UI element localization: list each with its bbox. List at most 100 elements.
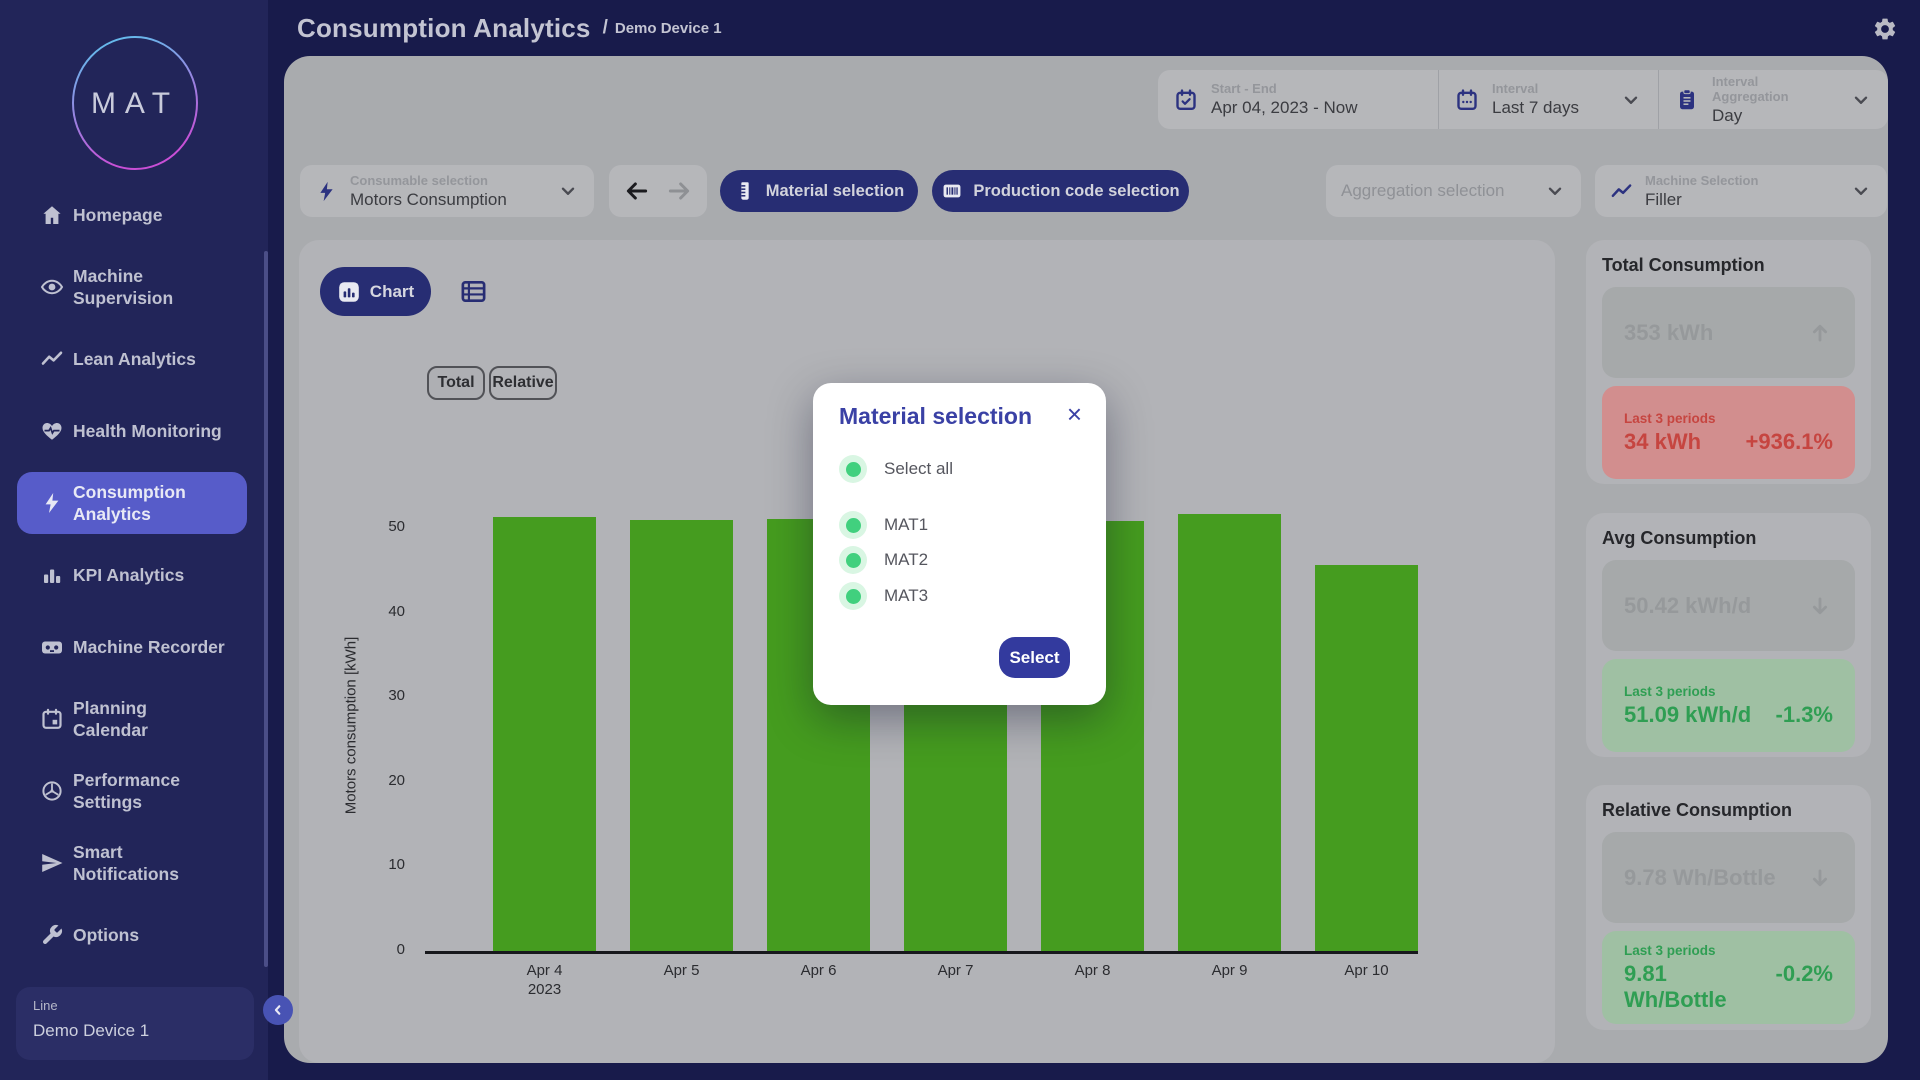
trend-line-icon (1610, 180, 1633, 203)
modal-option-label: MAT3 (884, 586, 928, 606)
chevron-down-icon (1850, 180, 1872, 202)
interval-text: Interval Last 7 days (1492, 81, 1579, 118)
interval-selector[interactable]: Interval Last 7 days (1439, 70, 1658, 129)
radio-mat2[interactable] (839, 546, 867, 574)
recorder-icon (40, 635, 64, 659)
arrow-left-icon[interactable] (624, 178, 650, 204)
interval-value: Last 7 days (1492, 98, 1579, 118)
breadcrumb-separator: / (603, 17, 608, 39)
radio-dot (846, 518, 861, 533)
date-range-text: Start - End Apr 04, 2023 - Now (1211, 81, 1357, 118)
send-icon (40, 851, 64, 875)
sidebar-item-label: Performance Settings (73, 769, 180, 814)
settings-gear-icon[interactable] (1872, 16, 1898, 42)
x-axis-label: Apr 8 (1041, 962, 1144, 981)
sidebar-item-kpi-analytics[interactable]: KPI Analytics (17, 539, 247, 611)
clipboard-icon (1675, 88, 1699, 112)
sidebar-item-planning-calendar[interactable]: Planning Calendar (17, 683, 247, 755)
radio-dot (846, 589, 861, 604)
brand-logo-text: MAT (91, 87, 179, 120)
y-axis-tick: 10 (353, 856, 405, 873)
sidebar-item-machine-recorder[interactable]: Machine Recorder (17, 611, 247, 683)
radio-mat3[interactable] (839, 582, 867, 610)
y-axis-tick: 0 (353, 941, 405, 958)
sidebar-item-performance-settings[interactable]: Performance Settings (17, 755, 247, 827)
stat-period-value: 51.09 kWh/d (1624, 702, 1751, 728)
material-selection-button[interactable]: Material selection (720, 170, 918, 212)
x-axis-label: Apr 9 (1178, 962, 1281, 981)
modal-title: Material selection (839, 403, 1032, 430)
sidebar-collapse-button[interactable] (263, 995, 293, 1025)
sidebar-scrollbar[interactable] (264, 251, 268, 967)
stat-period-change: -1.3% (1776, 702, 1833, 728)
date-filter-strip: Start - End Apr 04, 2023 - Now Interval … (1158, 70, 1888, 129)
stat-period-change: -0.2% (1776, 961, 1833, 1013)
sidebar-item-homepage[interactable]: Homepage (17, 179, 247, 251)
stat-current-box: 353 kWh (1602, 287, 1855, 378)
material-cylinder-icon (734, 180, 756, 202)
close-icon[interactable]: × (1063, 399, 1086, 429)
x-axis-label: Apr 6 (767, 962, 870, 981)
gauge-icon (40, 779, 64, 803)
aggregation-label: Aggregation selection (1341, 181, 1505, 201)
bar-apr-5[interactable] (630, 520, 733, 951)
trend-down-icon (1807, 865, 1833, 891)
consumable-label: Consumable selection (350, 173, 507, 188)
date-range-selector[interactable]: Start - End Apr 04, 2023 - Now (1158, 70, 1438, 129)
sidebar-item-smart-notifications[interactable]: Smart Notifications (17, 827, 247, 899)
radio-mat1[interactable] (839, 511, 867, 539)
modal-option-label: MAT1 (884, 515, 928, 535)
machine-value: Filler (1645, 190, 1758, 210)
aggregation-selector[interactable]: Aggregation selection (1326, 165, 1581, 217)
calendar-dots-icon (1455, 88, 1479, 112)
radio-dot (846, 462, 861, 477)
chevron-down-icon (557, 180, 579, 202)
chevron-left-icon (269, 1001, 287, 1019)
machine-label: Machine Selection (1645, 173, 1758, 188)
stat-card-avg-consumption: Avg Consumption 50.42 kWh/d Last 3 perio… (1586, 513, 1871, 757)
machine-selector[interactable]: Machine Selection Filler (1595, 165, 1887, 217)
sidebar-item-consumption-analytics[interactable]: Consumption Analytics (17, 472, 247, 534)
stat-title: Relative Consumption (1602, 800, 1855, 821)
stat-title: Total Consumption (1602, 255, 1855, 276)
modal-option-mat1: MAT1 (839, 511, 928, 539)
bar-apr-4[interactable] (493, 517, 596, 951)
sidebar-item-health-monitoring[interactable]: Health Monitoring (17, 395, 247, 467)
sidebar-item-label: Health Monitoring (73, 420, 222, 442)
breadcrumb-device: Demo Device 1 (615, 20, 722, 37)
sidebar-item-label: Homepage (73, 204, 162, 226)
stat-period-box: Last 3 periods 9.81 Wh/Bottle -0.2% (1602, 931, 1855, 1024)
trend-down-icon (1807, 593, 1833, 619)
line-device-name: Demo Device 1 (33, 1021, 237, 1041)
chevron-down-icon (1544, 180, 1566, 202)
calendar-check-icon (1174, 88, 1198, 112)
sidebar-item-options[interactable]: Options (17, 899, 247, 971)
bar-apr-10[interactable] (1315, 565, 1418, 951)
sidebar-item-label: Planning Calendar (73, 697, 148, 742)
stat-period-label: Last 3 periods (1624, 943, 1833, 958)
sidebar-item-lean-analytics[interactable]: Lean Analytics (17, 323, 247, 395)
modal-option-mat3: MAT3 (839, 582, 928, 610)
radio-select-all[interactable] (839, 455, 867, 483)
y-axis-tick: 20 (353, 772, 405, 789)
sidebar-item-machine-supervision[interactable]: Machine Supervision (17, 251, 247, 323)
production-code-selection-button-label: Production code selection (973, 182, 1179, 201)
wrench-icon (40, 923, 64, 947)
consumable-text: Consumable selection Motors Consumption (350, 173, 507, 210)
stat-period-box: Last 3 periods 34 kWh +936.1% (1602, 386, 1855, 479)
arrow-right-icon[interactable] (666, 178, 692, 204)
trend-up-icon (1807, 320, 1833, 346)
interval-aggregation-value: Day (1712, 106, 1837, 126)
production-code-selection-button[interactable]: Production code selection (932, 170, 1189, 212)
modal-select-button[interactable]: Select (999, 637, 1070, 678)
stat-title: Avg Consumption (1602, 528, 1855, 549)
consumable-selector[interactable]: Consumable selection Motors Consumption (300, 165, 594, 217)
x-axis-line (425, 951, 1418, 954)
date-range-label: Start - End (1211, 81, 1357, 96)
stat-period-change: +936.1% (1746, 429, 1833, 455)
y-axis-tick: 50 (353, 518, 405, 535)
line-device-card[interactable]: Line Demo Device 1 (16, 987, 254, 1060)
date-range-value: Apr 04, 2023 - Now (1211, 98, 1357, 118)
interval-aggregation-selector[interactable]: Interval Aggregation Day (1659, 70, 1888, 129)
bar-apr-9[interactable] (1178, 514, 1281, 951)
